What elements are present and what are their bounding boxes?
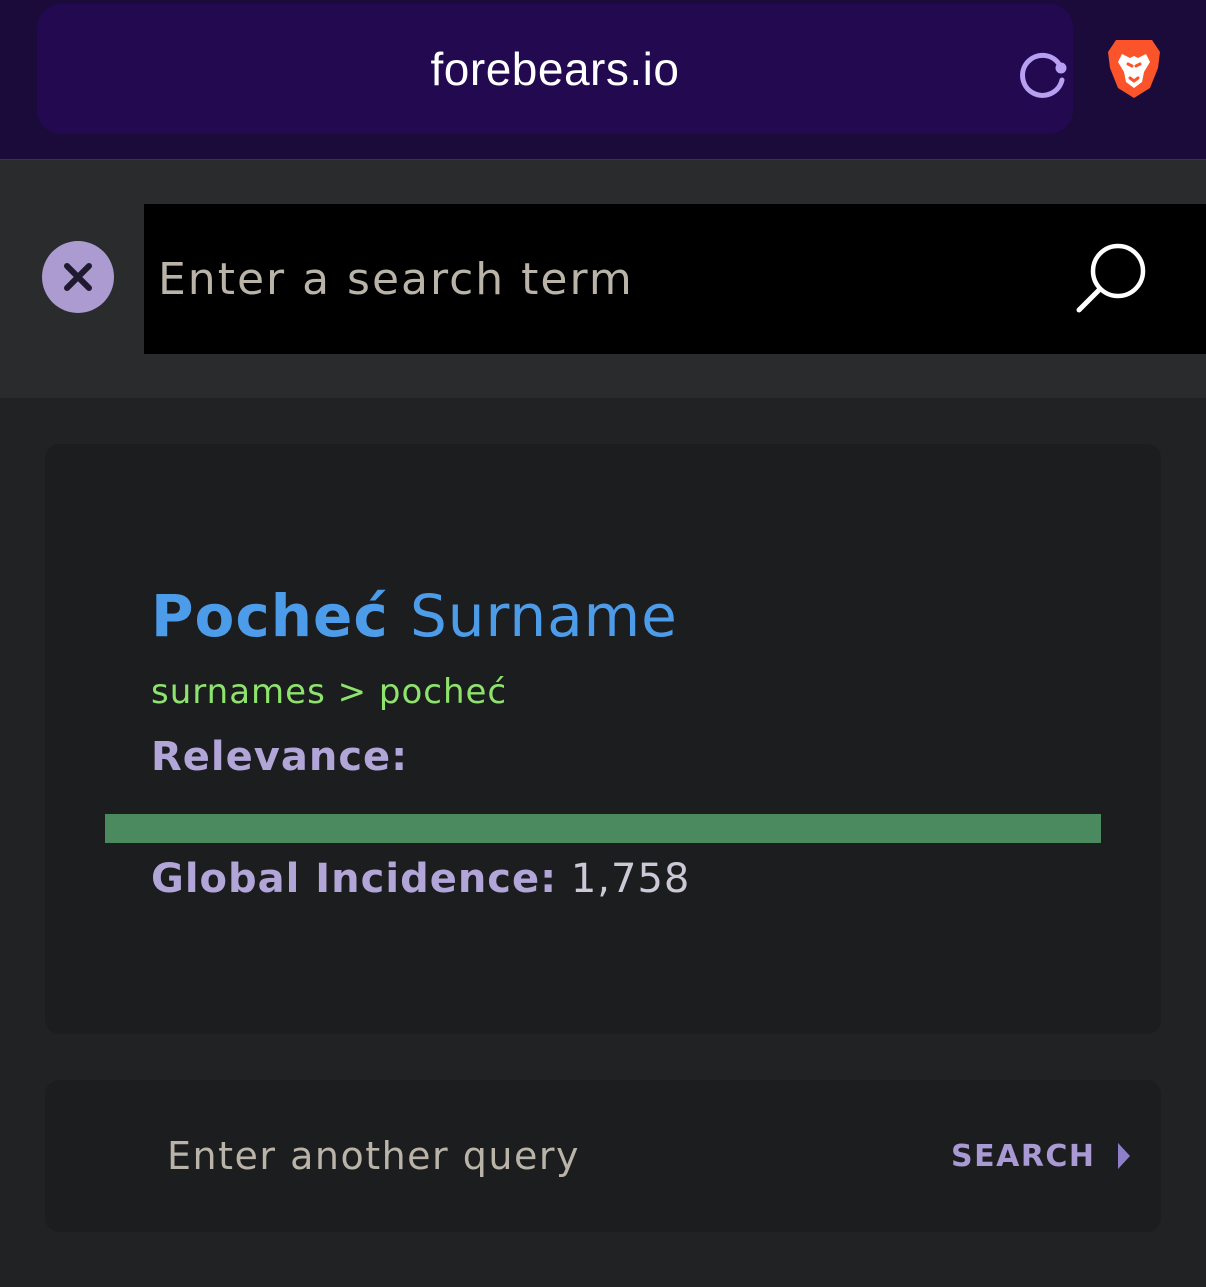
result-breadcrumb[interactable]: surnames > pocheć [151,670,507,714]
close-search-button[interactable] [42,241,114,313]
url-text[interactable]: forebears.io [37,4,1073,134]
incidence-label: Global Incidence: [151,856,558,902]
browser-toolbar: forebears.io [0,0,1206,160]
another-query-input[interactable] [165,1120,905,1192]
relevance-label: Relevance: [151,734,409,780]
relevance-bar [105,814,1101,843]
chevron-right-icon [1117,1143,1130,1169]
search-icon[interactable] [1072,240,1152,320]
search-row [0,160,1206,398]
global-incidence: Global Incidence: 1,758 [151,854,690,904]
relevance-bar-fill [105,814,1101,843]
result-title[interactable]: Pocheć Surname [151,578,678,654]
brave-lion-icon[interactable] [1106,38,1162,100]
search-input[interactable] [144,204,1044,354]
search-box [144,204,1206,354]
incidence-value: 1,758 [570,856,691,902]
result-card: Pocheć Surname surnames > pocheć Relevan… [45,444,1161,1034]
search-submit-label: SEARCH [951,1138,1096,1174]
query-bar: SEARCH [45,1080,1161,1232]
close-icon [64,263,92,291]
search-submit-button[interactable]: SEARCH [951,1132,1130,1180]
surname-kind[interactable]: Surname [410,582,678,650]
address-bar[interactable]: forebears.io [37,4,1073,134]
surname-name[interactable]: Pocheć [151,582,389,650]
reload-icon[interactable] [1015,46,1071,102]
